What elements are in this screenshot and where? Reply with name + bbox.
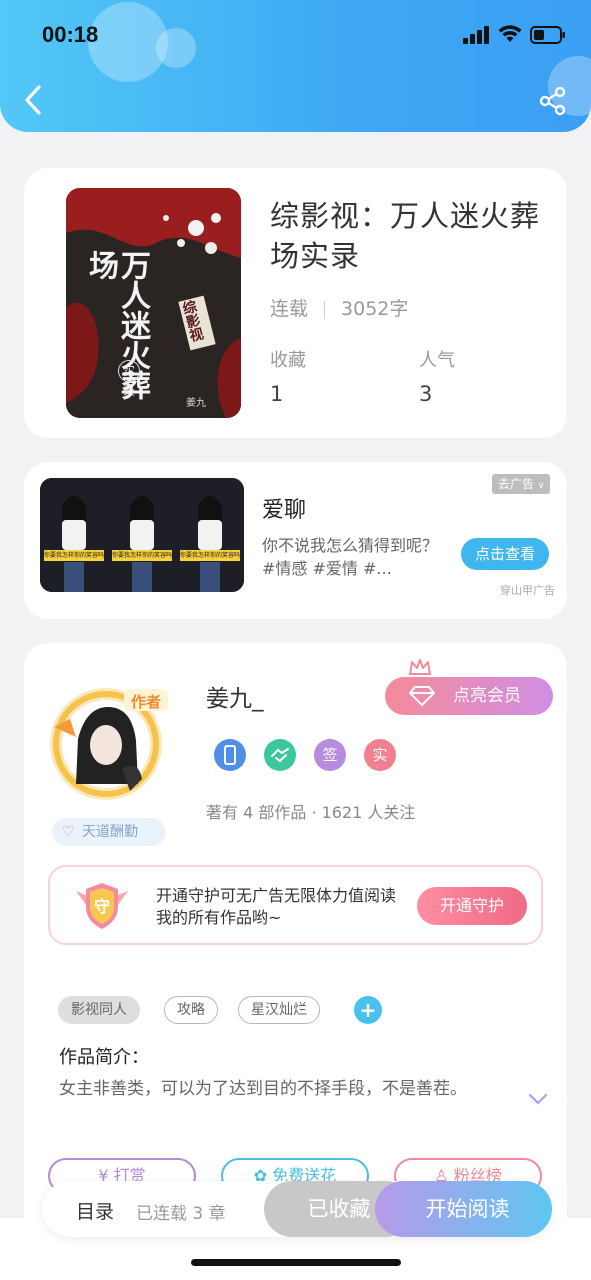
cover-author: 姜九 — [186, 398, 206, 409]
chevron-down-icon: ∨ — [537, 481, 545, 491]
cover-subtitle: 实录 — [118, 360, 140, 398]
ad-title: 爱聊 — [262, 498, 307, 523]
handshake-icon — [271, 748, 289, 763]
start-reading-button[interactable]: 开始阅读 — [375, 1181, 552, 1237]
ad-thumbnail — [40, 478, 244, 592]
tag-chip[interactable]: 星汉灿烂 — [238, 996, 320, 1024]
ad-caption: 你要我怎样你的笑容吗 — [44, 552, 104, 559]
book-cover[interactable]: 万人迷火葬场 综影视 实录 姜九 — [66, 188, 241, 418]
battery-icon — [530, 26, 565, 44]
vip-button-label: 点亮会员 — [453, 686, 521, 706]
wifi-icon — [498, 25, 522, 42]
remove-ad-label: 去广告 — [498, 477, 535, 491]
ad-card[interactable]: 你要我怎样你的笑容吗 你要我怎样你的笑容吗 你要我怎样你的笑容吗 爱聊 你不说我… — [24, 462, 567, 619]
book-title: 综影视：万人迷火葬场实录 — [270, 199, 541, 273]
author-avatar[interactable]: 作者 — [46, 679, 176, 809]
intro-heading: 作品简介： — [59, 1047, 149, 1068]
expand-chevron-icon[interactable] — [527, 1091, 549, 1107]
ad-view-button[interactable]: 点击查看 — [461, 538, 549, 570]
guard-text: 开通守护可无广告无限体力值阅读我的所有作品哟~ — [156, 886, 397, 927]
stat-value: 3 — [419, 382, 433, 406]
ad-image[interactable]: 你要我怎样你的笑容吗 你要我怎样你的笑容吗 你要我怎样你的笑容吗 — [40, 478, 244, 592]
signed-badge[interactable]: 签 — [314, 739, 346, 771]
cover-title: 万人迷火葬场 — [83, 250, 150, 400]
phone-icon — [224, 745, 236, 765]
heart-icon: ♡ — [62, 824, 75, 840]
book-meta: 连载 3052字 — [270, 294, 408, 321]
divider — [324, 300, 326, 319]
ad-description: 你不说我怎么猜得到呢？#情感 #爱情 #... — [262, 536, 439, 578]
open-guard-button[interactable]: 开通守护 — [417, 887, 527, 925]
remove-ad-button[interactable]: 去广告 ∨ — [492, 474, 551, 494]
add-tag-button[interactable]: + — [354, 996, 382, 1024]
author-tier-badge: ♡ 天道酬勤 — [52, 818, 166, 846]
handshake-badge-icon[interactable] — [264, 739, 296, 771]
tag-chip[interactable]: 攻略 — [164, 996, 218, 1024]
stat-popularity: 人气 3 — [419, 346, 455, 406]
author-stats: 著有 4 部作品 · 1621 人关注 — [206, 803, 416, 822]
stat-label: 收藏 — [270, 350, 306, 371]
ad-caption: 你要我怎样你的笑容吗 — [180, 552, 240, 559]
book-status: 连载 — [270, 298, 309, 320]
phone-badge-icon[interactable] — [214, 739, 246, 771]
status-bar: 00:18 — [0, 0, 591, 72]
home-indicator — [191, 1259, 401, 1266]
stat-favorites: 收藏 1 — [270, 346, 306, 406]
crown-icon — [409, 659, 431, 675]
status-time: 00:18 — [42, 22, 99, 47]
cellular-signal-icon — [463, 26, 489, 44]
ad-caption: 你要我怎样你的笑容吗 — [112, 552, 172, 559]
diamond-icon — [409, 686, 435, 706]
stat-value: 1 — [270, 382, 284, 406]
avatar-badge: 作者 — [130, 693, 161, 711]
reading-action-bar: 目录 已连载 3 章 已收藏 开始阅读 — [42, 1181, 552, 1237]
activate-vip-button[interactable]: 点亮会员 — [385, 677, 553, 715]
chapter-count: 已连载 3 章 — [136, 1204, 226, 1224]
book-word-count: 3052字 — [341, 298, 409, 320]
book-info-card: 万人迷火葬场 综影视 实录 姜九 综影视：万人迷火葬场实录 连载 3052字 收藏… — [24, 168, 567, 438]
intro-text: 女主非善类，可以为了达到目的不择手段，不是善茬。 — [59, 1079, 467, 1099]
toc-button[interactable]: 目录 — [76, 1197, 114, 1224]
verified-badge[interactable]: 实 — [364, 739, 396, 771]
tier-label: 天道酬勤 — [82, 824, 138, 840]
shield-label: 守 — [93, 897, 110, 916]
tag-chip[interactable]: 影视同人 — [58, 996, 140, 1024]
share-icon[interactable] — [538, 86, 568, 116]
author-name: 姜九_ — [206, 686, 264, 712]
top-header: 00:18 — [0, 0, 591, 132]
back-arrow-icon[interactable] — [22, 84, 44, 116]
stat-label: 人气 — [419, 350, 455, 371]
guard-banner[interactable]: 守 开通守护可无广告无限体力值阅读我的所有作品哟~ 开通守护 — [48, 865, 543, 945]
ad-source: 穿山甲广告 — [500, 584, 555, 597]
